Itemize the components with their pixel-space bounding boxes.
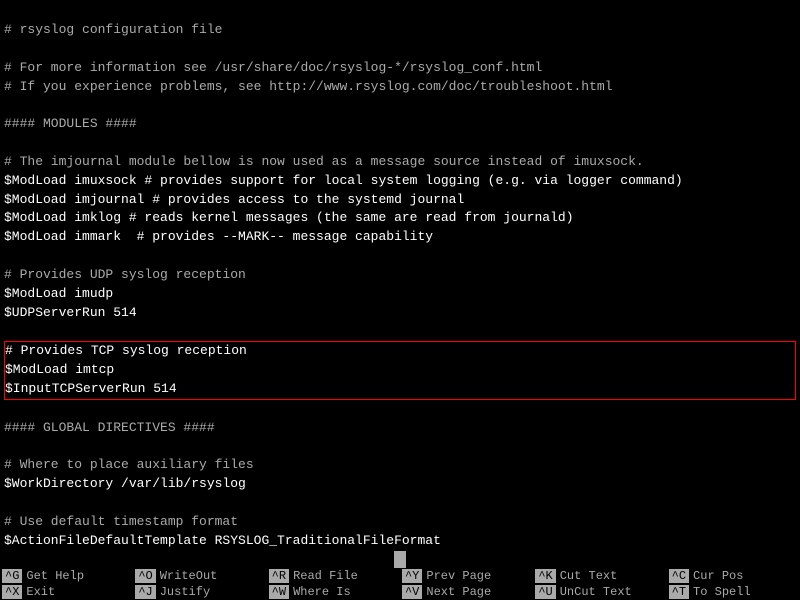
- shortcut-item[interactable]: ^U UnCut Text: [533, 584, 666, 600]
- editor-line: $ModLoad imtcp: [5, 361, 795, 380]
- shortcut-label: Read File: [293, 569, 358, 583]
- shortcut-item[interactable]: ^O WriteOut: [133, 568, 266, 584]
- editor-line: # rsyslog configuration file: [4, 21, 796, 40]
- editor-line: [4, 96, 796, 115]
- editor-line: # The imjournal module bellow is now use…: [4, 153, 796, 172]
- terminal: # rsyslog configuration file # For more …: [0, 0, 800, 600]
- editor-line: [4, 247, 796, 266]
- shortcut-label: Cut Text: [560, 569, 618, 583]
- shortcut-item[interactable]: ^Y Prev Page: [400, 568, 533, 584]
- shortcut-item[interactable]: ^R Read File: [267, 568, 400, 584]
- shortcut-label: Cur Pos: [693, 569, 743, 583]
- editor-line: [4, 494, 796, 513]
- shortcut-label: Where Is: [293, 585, 351, 599]
- shortcut-item[interactable]: ^T To Spell: [667, 584, 800, 600]
- editor-line: [4, 438, 796, 457]
- shortcut-item[interactable]: ^V Next Page: [400, 584, 533, 600]
- shortcut-item[interactable]: ^K Cut Text: [533, 568, 666, 584]
- editor-line: [4, 400, 796, 419]
- shortcut-label: Prev Page: [426, 569, 491, 583]
- shortcut-label: Justify: [160, 585, 210, 599]
- shortcut-key: ^Y: [402, 569, 422, 583]
- shortcut-row: ^G Get Help ^O WriteOut ^R Read File ^Y Prev Pa…: [0, 568, 800, 584]
- shortcut-item[interactable]: ^X Exit: [0, 584, 133, 600]
- editor-line: $ModLoad imjournal # provides access to …: [4, 191, 796, 210]
- shortcut-key: ^X: [2, 585, 22, 599]
- editor-line: # Provides TCP syslog reception: [5, 342, 795, 361]
- editor-line: # Provides UDP syslog reception: [4, 266, 796, 285]
- shortcut-key: ^T: [669, 585, 689, 599]
- editor-line: [4, 40, 796, 59]
- editor-line: $UDPServerRun 514: [4, 304, 796, 323]
- shortcut-label: WriteOut: [160, 569, 218, 583]
- status-bar: [0, 551, 800, 568]
- shortcut-label: To Spell: [693, 585, 751, 599]
- editor-line: # Where to place auxiliary files: [4, 456, 796, 475]
- editor-line: $ModLoad immark # provides --MARK-- mess…: [4, 228, 796, 247]
- editor-line: #### MODULES ####: [4, 115, 796, 134]
- editor-line: $ModLoad imudp: [4, 285, 796, 304]
- shortcut-label: Get Help: [26, 569, 84, 583]
- shortcut-row: ^X Exit ^J Justify ^W Where Is ^V Next Page ^U Un…: [0, 584, 800, 600]
- editor-line: #### GLOBAL DIRECTIVES ####: [4, 419, 796, 438]
- title-bar: [0, 0, 800, 19]
- editor-line: # If you experience problems, see http:/…: [4, 78, 796, 97]
- editor-line: $ActionFileDefaultTemplate RSYSLOG_Tradi…: [4, 532, 796, 551]
- shortcut-key: ^W: [269, 585, 289, 599]
- shortcut-key: ^J: [135, 585, 155, 599]
- shortcut-key: ^G: [2, 569, 22, 583]
- shortcut-key: ^O: [135, 569, 155, 583]
- editor-line: $WorkDirectory /var/lib/rsyslog: [4, 475, 796, 494]
- shortcut-item[interactable]: ^G Get Help: [0, 568, 133, 584]
- editor-line: [4, 134, 796, 153]
- shortcut-item[interactable]: ^C Cur Pos: [667, 568, 800, 584]
- shortcut-label: UnCut Text: [560, 585, 632, 599]
- shortcut-key: ^V: [402, 585, 422, 599]
- editor-line: [4, 323, 796, 342]
- shortcut-item[interactable]: ^J Justify: [133, 584, 266, 600]
- shortcut-key: ^U: [535, 585, 555, 599]
- editor-line: $InputTCPServerRun 514: [5, 380, 795, 399]
- shortcut-bar: ^G Get Help ^O WriteOut ^R Read File ^Y Prev Pa…: [0, 568, 800, 600]
- shortcut-label: Exit: [26, 585, 55, 599]
- content-area: # rsyslog configuration file # For more …: [0, 19, 800, 551]
- shortcut-key: ^R: [269, 569, 289, 583]
- editor-line: # Use default timestamp format: [4, 513, 796, 532]
- editor-line: $ModLoad imuxsock # provides support for…: [4, 172, 796, 191]
- shortcut-item[interactable]: ^W Where Is: [267, 584, 400, 600]
- shortcut-key: ^K: [535, 569, 555, 583]
- editor-line: # For more information see /usr/share/do…: [4, 59, 796, 78]
- shortcut-key: ^C: [669, 569, 689, 583]
- shortcut-label: Next Page: [426, 585, 491, 599]
- status-message: [394, 551, 406, 568]
- selected-region: # Provides TCP syslog reception$ModLoad …: [4, 341, 796, 400]
- editor-line: $ModLoad imklog # reads kernel messages …: [4, 209, 796, 228]
